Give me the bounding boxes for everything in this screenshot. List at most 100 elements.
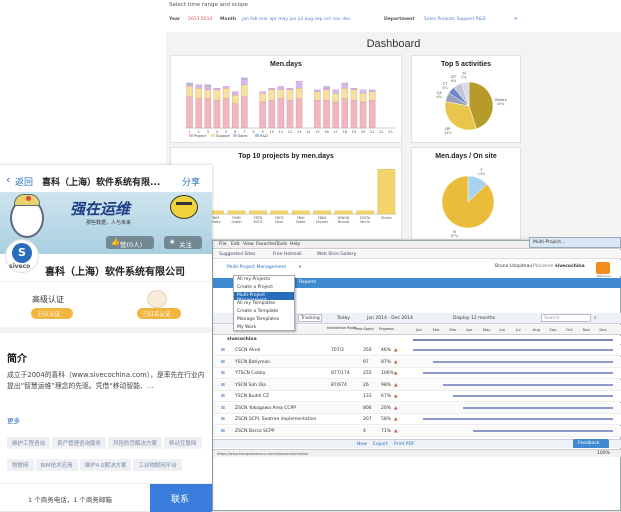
follow-button[interactable]: ★ 关注 bbox=[164, 236, 202, 249]
tag-item[interactable]: 风险防范解决方案 bbox=[108, 437, 163, 449]
search-icon[interactable]: ⌕ bbox=[594, 315, 597, 321]
favorite-hotmail[interactable]: Free Hotmail bbox=[273, 252, 302, 257]
more-link[interactable]: 更多 bbox=[7, 415, 20, 425]
top10-tick-2-1: Grafel bbox=[231, 220, 241, 224]
project-row[interactable]: ⊞ ZSCN Barco SCPP 4 71% ▲ bbox=[213, 425, 621, 437]
today-button[interactable]: Today bbox=[337, 316, 350, 321]
cert-badge-1[interactable]: 已认认证 bbox=[31, 308, 73, 319]
project-row[interactable]: ⊞ YSCN Buddi CZ 133 67% ▲ bbox=[213, 391, 621, 402]
month-header-dec: Dec bbox=[599, 327, 607, 332]
project-time: 350 bbox=[363, 348, 372, 353]
contact-button[interactable]: 联系 bbox=[150, 484, 212, 512]
export-button[interactable]: Export bbox=[373, 442, 388, 447]
project-row[interactable]: ⊞ CSCN Akrol 707/2 350 46% ▲ bbox=[213, 345, 621, 356]
tag-item[interactable]: 物联网 bbox=[7, 459, 34, 471]
year-selector[interactable]: 2013 2014 bbox=[188, 17, 212, 22]
user-name[interactable]: Bruno Lhopiteau bbox=[495, 264, 532, 269]
month-header-mar: Mar bbox=[449, 327, 457, 332]
project-name: YSCN Batiyman bbox=[235, 359, 271, 365]
top10-tick-5-1: Sobto bbox=[296, 220, 306, 224]
expand-icon: ⊞ bbox=[221, 417, 225, 422]
favorite-suggested[interactable]: Suggested Sites bbox=[219, 252, 255, 257]
tag-list: 维护工程咨询 资产管理咨询服务 风险防范解决方案 移动互联网物联网 BIM技术应用 维护4… bbox=[7, 430, 207, 475]
reports-link[interactable]: Reports bbox=[299, 280, 316, 285]
menu-file[interactable]: File bbox=[219, 242, 227, 247]
mendays-bar-project-13 bbox=[295, 98, 303, 129]
tag-item[interactable]: 资产管理咨询服务 bbox=[52, 437, 107, 449]
project-ratio: 87/674 bbox=[331, 382, 347, 388]
mendays-bar-support-12 bbox=[286, 89, 294, 101]
project-row[interactable]: ⊞ ZSCN Yokogawa Area CCPP 806 20% ▲ bbox=[213, 402, 621, 414]
dropdown-item-3[interactable]: All my Templates bbox=[234, 300, 294, 308]
mendays-bar-support-6 bbox=[232, 94, 239, 104]
project-row[interactable]: ⊞ YTSCN Cobby 877/174 255 106% ▲ bbox=[213, 368, 621, 379]
search-input[interactable]: Search bbox=[541, 314, 591, 322]
top10-bar-5 bbox=[291, 210, 310, 215]
share-button[interactable]: 分享 bbox=[182, 175, 200, 188]
refresh-icon[interactable]: ⟳ bbox=[514, 17, 518, 22]
project-row[interactable]: ⊞ ZSCN SCPI, Seatree implementation 207 58%… bbox=[213, 414, 621, 425]
project-timeline-bar bbox=[453, 395, 613, 397]
dropdown-item-6[interactable]: My Work bbox=[234, 324, 294, 332]
dropdown-item-5[interactable]: Manage Templates bbox=[234, 316, 294, 324]
department-selector[interactable]: Sales Projects Support R&D bbox=[424, 17, 486, 22]
follow-label: 关注 bbox=[179, 241, 192, 249]
top5-title: Top 5 activities bbox=[440, 61, 492, 68]
mendays-tick-14: 14 bbox=[306, 130, 311, 134]
month-selector[interactable]: jan feb mar apr may jun jul aug sep oct … bbox=[242, 17, 350, 22]
print-button[interactable]: Print PDF bbox=[394, 442, 415, 447]
feedback-button[interactable]: Feedback bbox=[573, 439, 609, 448]
mendays-bar-sales-21 bbox=[368, 89, 376, 92]
tag-item[interactable]: BIM技术应用 bbox=[35, 459, 78, 471]
menu-favorites[interactable]: Favorites bbox=[256, 242, 276, 247]
cert-badge-2[interactable]: 已红名认证 bbox=[137, 308, 181, 319]
mendays-tick-11: 11 bbox=[279, 130, 283, 134]
menu-edit[interactable]: Edit bbox=[231, 242, 240, 247]
browser-tab[interactable]: Multi-Project... bbox=[529, 237, 621, 248]
project-row[interactable]: ⊞ YSCN Batiyman 97 87% ▲ bbox=[213, 356, 621, 368]
tag-item[interactable]: 移动互联网 bbox=[164, 437, 202, 449]
display-select[interactable]: Display 12 months bbox=[453, 316, 495, 321]
group-row[interactable]: sivecochina bbox=[213, 336, 621, 344]
dropdown-item-1[interactable]: Create a Project bbox=[234, 284, 294, 292]
zoom-level[interactable]: 100% bbox=[597, 451, 610, 456]
favorite-webslice[interactable]: Web Slice Gallery bbox=[317, 252, 356, 257]
back-button[interactable]: 返回 bbox=[15, 175, 33, 188]
tracking-tab[interactable]: Tracking bbox=[298, 314, 322, 322]
dropdown-item-0[interactable]: All my Projects bbox=[234, 276, 294, 284]
expand-icon: ⊞ bbox=[221, 371, 225, 376]
group-timeline-bar bbox=[413, 339, 613, 341]
menu-tools[interactable]: Tools bbox=[276, 242, 287, 247]
like-button[interactable]: 👍 赞(0人) bbox=[106, 236, 154, 249]
project-name: CSCN Akrol bbox=[235, 348, 261, 353]
medal-icon bbox=[147, 290, 167, 308]
mendays-title: Men.days bbox=[270, 61, 302, 68]
mendays-bar-sales-5 bbox=[222, 86, 230, 89]
month-header-may: May bbox=[482, 327, 491, 332]
nav-multiproject[interactable]: Multi-Project Management bbox=[227, 265, 286, 270]
tag-item[interactable]: 工业物联网平台 bbox=[133, 459, 182, 471]
legend-label-1: Support bbox=[216, 134, 230, 138]
new-button[interactable]: New bbox=[357, 442, 367, 447]
menu-help[interactable]: Help bbox=[290, 242, 300, 247]
back-chevron-icon[interactable]: ‹ bbox=[6, 173, 10, 186]
mendays-bar-project-4 bbox=[213, 100, 221, 129]
onsite-panel: Men.days / On site Y 13% N 87% bbox=[411, 147, 521, 240]
tag-item[interactable]: 维护工程咨询 bbox=[7, 437, 51, 449]
project-row[interactable]: ⊞ YSCN Sah Dia 87/674 26 98% ▲ bbox=[213, 379, 621, 391]
menu-view[interactable]: View bbox=[243, 242, 254, 247]
workspace-name[interactable]: sivecochina bbox=[555, 264, 585, 269]
project-timeline-bar bbox=[413, 349, 613, 351]
mendays-bar-sales-19 bbox=[350, 87, 358, 91]
tag-item[interactable]: 维护4.0解决方案 bbox=[79, 459, 132, 471]
mendays-bar-support-4 bbox=[213, 89, 221, 101]
dropdown-item-4[interactable]: Create a Template bbox=[234, 308, 294, 316]
legend-label-0: Project bbox=[194, 134, 207, 138]
cert-badge-1-label: 已认认证 bbox=[38, 312, 61, 318]
mendays-bar-project-6 bbox=[232, 103, 239, 129]
top10-bar-2 bbox=[227, 210, 246, 215]
dropdown-item-2[interactable]: Multi-Project Management bbox=[234, 292, 294, 303]
mendays-tick-21: 21 bbox=[370, 130, 374, 134]
warning-icon: ▲ bbox=[394, 405, 398, 411]
chevron-down-icon[interactable]: ▾ bbox=[299, 265, 301, 270]
